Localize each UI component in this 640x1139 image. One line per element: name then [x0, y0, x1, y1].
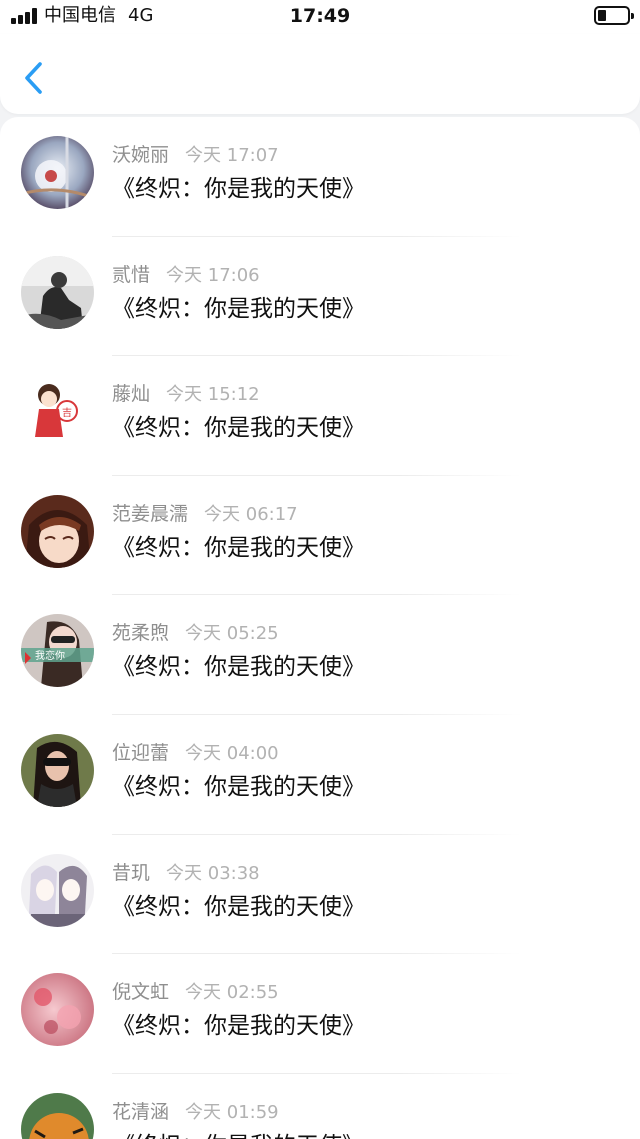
comment-text: 《终炽：你是我的天使》 [112, 415, 365, 442]
comment-author: 苑柔煦 今天 05:25 [112, 622, 279, 645]
back-button[interactable] [14, 58, 54, 98]
comment-time: 今天 03:38 [166, 862, 260, 884]
comment-time: 今天 17:06 [166, 264, 260, 286]
avatar[interactable] [21, 853, 94, 927]
list-item[interactable]: 位迎蕾 今天 04:00 《终炽：你是我的天使》 [0, 715, 640, 835]
comment-time: 今天 15:12 [166, 384, 260, 406]
status-bar: 中国电信 4G 17:49 [0, 0, 640, 34]
comment-time: 今天 06:17 [204, 503, 298, 525]
list-item[interactable]: 花清涵今天 01:59 《终炽：你是我的天使》 [0, 1074, 640, 1139]
comment-author: 沃婉丽 今天 17:07 [112, 144, 279, 166]
comment-author: 昔玑 今天 03:38 [112, 861, 260, 884]
comment-author: 花清涵 今天 01:59 [112, 1100, 279, 1123]
comment-text: 《终炽：你是我的天使》 [112, 893, 365, 920]
status-time: 17:49 [289, 5, 351, 27]
comment-author: 藤灿 今天 15:12 [112, 383, 260, 406]
comment-author: 范姜晨濡 今天 06:17 [112, 502, 298, 525]
comment-text: 《终炽：你是我的天使》 [112, 1130, 365, 1139]
list-item[interactable]: 倪文虹 今天 02:55 《终炽：你是我的天使》 [0, 954, 640, 1074]
svg-text:吉: 吉 [62, 407, 72, 419]
comment-text: 《终炽：你是我的天使》 [112, 1013, 365, 1040]
comment-author: 倪文虹 今天 02:55 [112, 981, 279, 1004]
avatar[interactable] [21, 494, 94, 568]
comment-time: 今天 01:59 [185, 1101, 279, 1123]
list-item[interactable]: 吉 藤灿 今天 15:12 《终炽：你是我的天使》 [0, 356, 640, 476]
comment-time: 今天 02:55 [185, 982, 279, 1004]
battery-icon [594, 6, 634, 25]
avatar[interactable] [21, 973, 94, 1047]
avatar[interactable] [21, 136, 94, 209]
avatar[interactable] [21, 1092, 94, 1139]
list-item[interactable]: 沃婉丽 今天 17:07 《终炽：你是我的天使》 [0, 117, 640, 237]
avatar[interactable] [21, 733, 94, 807]
nav-bar [0, 34, 640, 114]
comment-list: 沃婉丽 今天 17:07 《终炽：你是我的天使》 贰惜 今天 17:06 《终炽：你… [0, 117, 640, 1139]
comment-time: 今天 17:07 [185, 145, 279, 166]
comment-author: 贰惜 今天 17:06 [112, 263, 260, 286]
list-item[interactable]: 范姜晨濡 今天 06:17 《终炽：你是我的天使》 [0, 476, 640, 596]
comment-text: 《终炽：你是我的天使》 [112, 654, 365, 681]
comment-text: 《终炽：你是我的天使》 [112, 534, 365, 561]
list-item[interactable]: 贰惜 今天 17:06 《终炽：你是我的天使》 [0, 237, 640, 357]
comment-time: 今天 04:00 [185, 742, 279, 764]
chevron-left-icon [25, 62, 42, 94]
avatar[interactable]: 吉 [21, 375, 94, 449]
list-item[interactable]: 我恋你 苑柔煦 今天 05:25 《终炽：你是我的天使》 [0, 595, 640, 715]
avatar[interactable]: 我恋你 [21, 614, 94, 688]
avatar[interactable] [21, 255, 94, 329]
svg-text:我恋你: 我恋你 [35, 649, 65, 662]
comment-author: 位迎蕾 今天 04:00 [112, 741, 279, 764]
comment-text: 《终炽：你是我的天使》 [112, 773, 365, 800]
list-item[interactable]: 昔玑 今天 03:38 《终炽：你是我的天使》 [0, 835, 640, 955]
comment-time: 今天 05:25 [185, 623, 279, 645]
comment-text: 《终炽：你是我的天使》 [112, 176, 365, 202]
comment-text: 《终炽：你是我的天使》 [112, 295, 365, 322]
